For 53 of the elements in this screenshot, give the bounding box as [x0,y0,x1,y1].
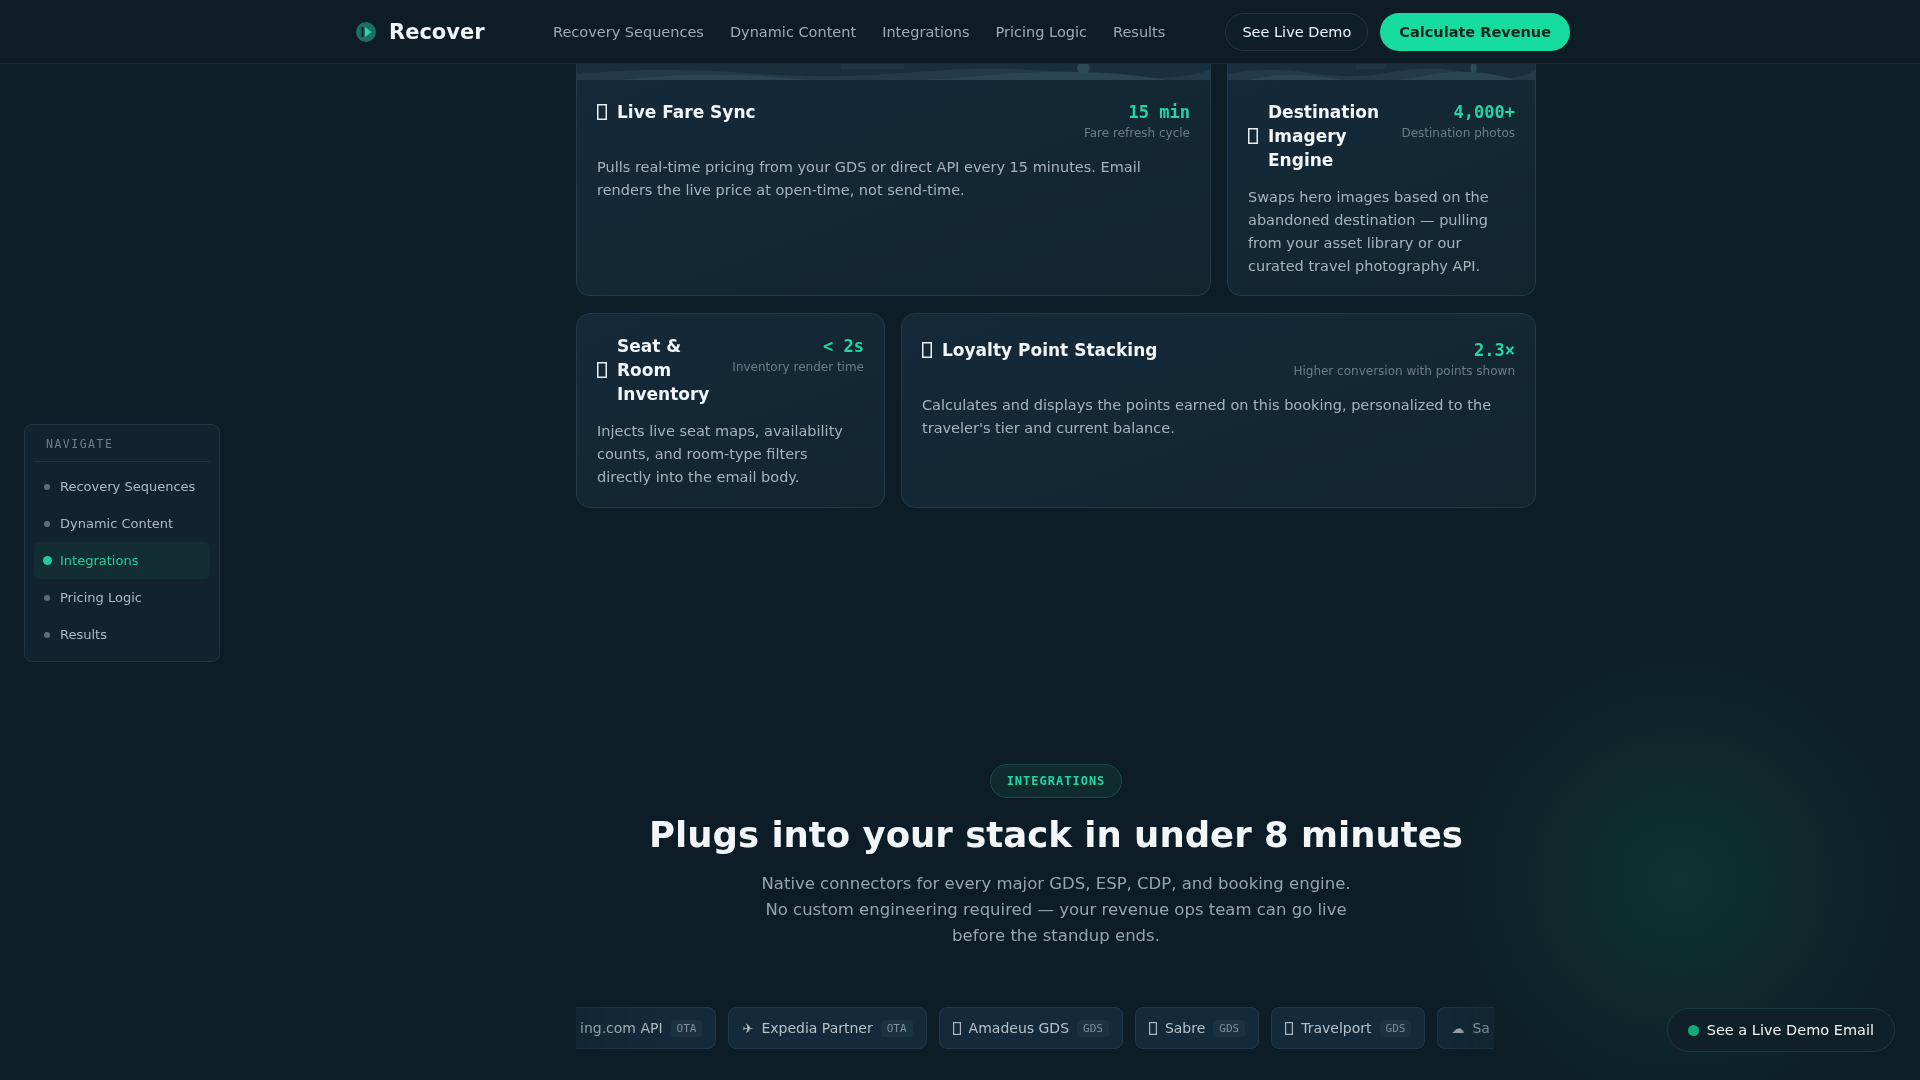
card-title: Live Fare Sync [617,101,756,124]
card-title: Destination Imagery Engine [1268,101,1380,172]
stat-label: Inventory render time [732,360,864,374]
missing-glyph-icon [952,1021,961,1035]
stat-label: Fare refresh cycle [1083,126,1190,140]
logo-icon [355,20,377,43]
section-badge: INTEGRATIONS [989,764,1123,798]
stat-value: < 2s [822,335,864,358]
integration-chip: Amadeus GDS GDS [938,1007,1123,1049]
nav-link[interactable]: Pricing Logic [995,23,1087,40]
integration-chip: Sabre GDS [1134,1007,1260,1049]
section-subtitle: Native connectors for every major GDS, ESP, CDP, and booking engine. No custom engineering required — your revenue ops team can go live before the standup ends. [761,873,1351,947]
section-title: Plugs into your stack in under 8 minutes [649,814,1463,855]
integration-chip: ✈ Expedia Partner OTA [728,1007,927,1049]
chip-tag: OTA [880,1019,913,1037]
missing-glyph-icon [922,342,932,358]
nav-link[interactable]: Integrations [882,23,970,40]
chip-tag: OTA [670,1019,703,1037]
missing-glyph-icon [597,362,607,378]
sidebar-item[interactable]: Integrations [34,542,210,579]
sidebar-item[interactable]: Dynamic Content [34,505,210,542]
card-description: Swaps hero images based on the abandoned destination — pulling from your asset library or our curated travel photography API. [1248,188,1490,276]
brand-name: Recover [389,19,485,44]
chip-tag: GDS [1077,1019,1109,1037]
card-title: Seat & Room Inventory [617,335,710,406]
missing-glyph-icon [1285,1021,1294,1035]
stat-label: Higher conversion with points shown [1293,364,1515,378]
card-title: Loyalty Point Stacking [942,339,1158,362]
card-description: Injects live seat maps, availability counts, and room-type filters directly into the email body. [597,422,844,487]
missing-glyph-icon [1248,128,1258,144]
integration-chip: ing.com API OTA [576,1007,717,1049]
stat-label: Destination photos [1401,126,1515,140]
sidebar-item[interactable]: Recovery Sequences [34,468,210,505]
live-demo-email-button[interactable]: See a Live Demo Email [1666,1008,1895,1052]
calculate-revenue-button[interactable]: Calculate Revenue [1380,12,1570,51]
nav-link[interactable]: Results [1113,23,1166,40]
sidebar-item[interactable]: Pricing Logic [34,579,210,616]
sidebar-heading: NAVIGATE [34,435,210,462]
sidebar-item[interactable]: Results [34,616,210,653]
chip-tag: GDS [1379,1019,1412,1037]
stat-value: 15 min [1127,101,1190,124]
missing-glyph-icon [1148,1021,1157,1035]
integration-chip: Travelport GDS [1271,1007,1426,1049]
stat-value: 4,000+ [1452,101,1515,124]
chip-tag: GDS [1213,1019,1246,1037]
nav-link[interactable]: Dynamic Content [729,23,857,40]
integration-chip: ☁ Sa [1437,1007,1494,1049]
card-description: Pulls real-time pricing from your GDS or direct API every 15 minutes. Email renders the live price at open-time, not send-time. [597,158,1142,200]
missing-glyph-icon [597,104,607,120]
nav-link[interactable]: Recovery Sequences [553,23,704,40]
see-live-demo-button[interactable]: See Live Demo [1225,12,1369,51]
stat-value: 2.3× [1473,339,1515,362]
card-description: Calculates and displays the points earned on this booking, personalized to the traveler's tier and current balance. [922,396,1493,438]
